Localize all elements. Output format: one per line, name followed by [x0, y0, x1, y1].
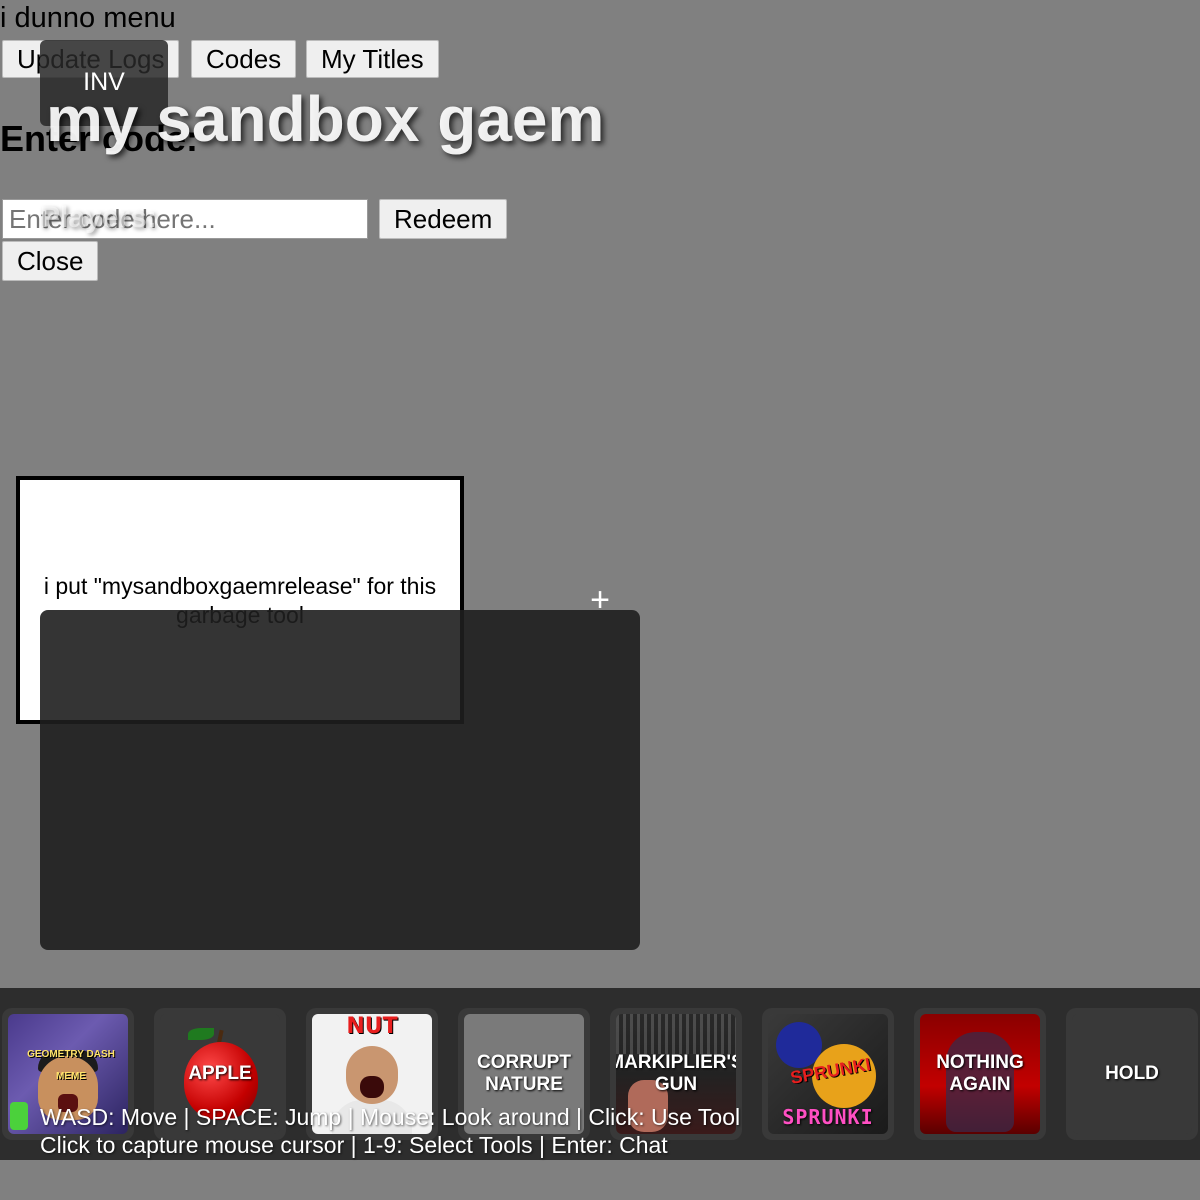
- nothing-again-icon: NOTHING AGAIN: [920, 1014, 1040, 1134]
- sprunki-icon: SPRUNKI SPRUNKI: [768, 1014, 888, 1134]
- my-titles-button[interactable]: My Titles: [306, 40, 439, 78]
- hotbar-slot-8[interactable]: HOLD: [1066, 1008, 1198, 1140]
- controls-line-2: Click to capture mouse cursor | 1-9: Sel…: [40, 1132, 668, 1158]
- menu-title: i dunno menu: [0, 2, 176, 34]
- slot-art-text: GEOMETRY DASH MEME: [27, 1049, 115, 1082]
- chat-panel[interactable]: [40, 610, 640, 950]
- slot-art-text: SPRUNKI: [782, 1105, 874, 1129]
- hotbar-slot-6[interactable]: SPRUNKI SPRUNKI: [762, 1008, 894, 1140]
- players-label: Players:: [40, 201, 157, 234]
- close-button[interactable]: Close: [2, 241, 99, 281]
- slot-label: HOLD: [1105, 1063, 1159, 1084]
- codes-button[interactable]: Codes: [191, 40, 297, 78]
- controls-help: WASD: Move | SPACE: Jump | Mouse: Look a…: [40, 1103, 740, 1159]
- slot-label: CORRUPT NATURE: [477, 1052, 571, 1095]
- redeem-button[interactable]: Redeem: [379, 199, 508, 239]
- controls-line-1: WASD: Move | SPACE: Jump | Mouse: Look a…: [40, 1104, 741, 1130]
- hold-icon: HOLD: [1072, 1014, 1192, 1134]
- slot-label: MARKIPLIER'S GUN: [616, 1052, 736, 1095]
- slot-label: NOTHING AGAIN: [936, 1052, 1024, 1095]
- slot-art-text: NUT: [346, 1014, 398, 1039]
- game-title: my sandbox gaem: [46, 83, 605, 155]
- slot-label: APPLE: [188, 1063, 252, 1084]
- hotbar-slot-7[interactable]: NOTHING AGAIN: [914, 1008, 1046, 1140]
